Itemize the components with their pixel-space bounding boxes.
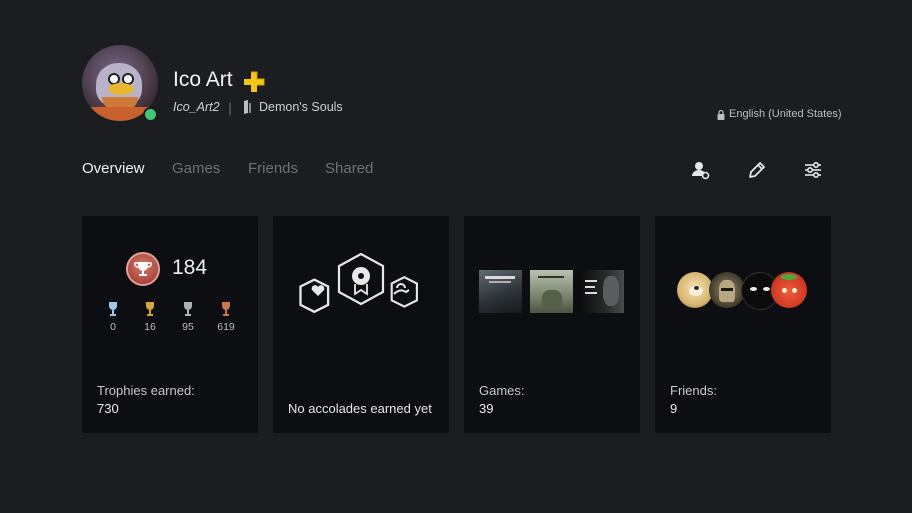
settings-sliders-icon[interactable]: [802, 159, 824, 181]
games-card[interactable]: Games: 39: [464, 216, 640, 433]
trophies-card[interactable]: 184 0 16 95 619 Trophies earned: 730: [82, 216, 258, 433]
now-playing-game[interactable]: Demon's Souls: [259, 100, 343, 114]
tab-overview[interactable]: Overview: [82, 160, 145, 177]
trophy-level: 184: [172, 256, 208, 279]
silver-count: 95: [182, 321, 194, 333]
friends-value: 9: [670, 401, 678, 416]
platinum-count: 0: [110, 321, 116, 333]
gold-count: 16: [144, 321, 156, 333]
separator: |: [228, 101, 233, 115]
friends-label: Friends:: [670, 383, 717, 398]
online-id: Ico_Art2: [173, 100, 220, 114]
playstation-plus-icon: [244, 71, 265, 92]
game-thumbnail-last-guardian: [530, 270, 573, 313]
tab-friends[interactable]: Friends: [248, 160, 298, 177]
lock-icon: [717, 110, 725, 120]
game-thumbnail-demons-souls: [479, 270, 522, 313]
accolades-card[interactable]: No accolades earned yet: [273, 216, 449, 433]
friend-avatar-knight: [709, 272, 745, 308]
trophies-value: 730: [97, 401, 119, 416]
bronze-count: 619: [217, 321, 235, 333]
online-status-indicator: [143, 107, 158, 122]
game-thumbnail-last-of-us-2: [581, 270, 624, 313]
friends-card[interactable]: Friends: 9: [655, 216, 831, 433]
silver-trophy-icon: [184, 302, 192, 316]
accolades-label: No accolades earned yet: [288, 401, 432, 416]
friend-avatar-dog: [677, 272, 713, 308]
trophy-level-badge: [126, 252, 160, 286]
add-friend-icon[interactable]: [689, 159, 711, 181]
tab-shared[interactable]: Shared: [325, 160, 373, 177]
friend-avatar-strawberry: [771, 272, 807, 308]
accolades-icon: [299, 252, 418, 314]
language-label: English (United States): [729, 108, 842, 120]
ps5-console-icon: [244, 100, 251, 114]
edit-pencil-icon[interactable]: [746, 159, 768, 181]
games-label: Games:: [479, 383, 525, 398]
bronze-trophy-icon: [222, 302, 230, 316]
platinum-trophy-icon: [109, 302, 117, 316]
trophies-label: Trophies earned:: [97, 383, 195, 398]
games-value: 39: [479, 401, 494, 416]
gold-trophy-icon: [146, 302, 154, 316]
profile-name: Ico Art: [173, 68, 233, 91]
tab-games[interactable]: Games: [172, 160, 220, 177]
